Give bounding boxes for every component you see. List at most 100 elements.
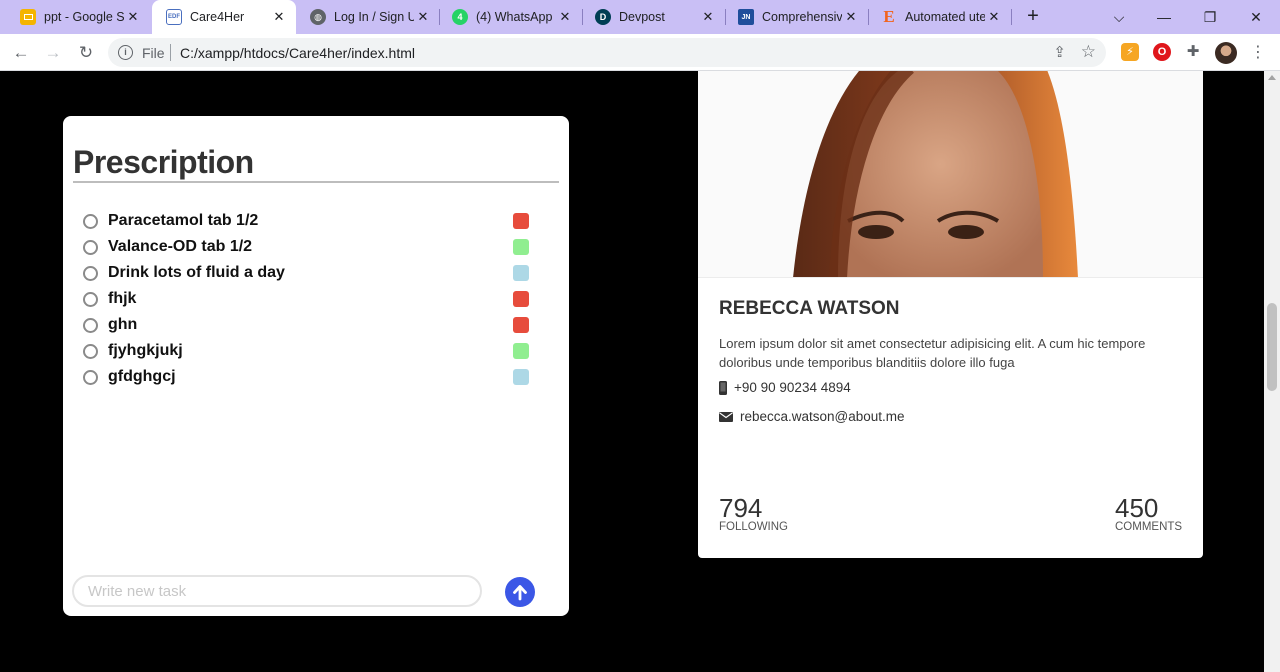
task-radio[interactable] <box>83 291 98 307</box>
extension-orange-icon[interactable]: ⚡ <box>1121 43 1139 61</box>
arrow-up-icon <box>513 585 527 601</box>
envelope-icon <box>719 411 733 422</box>
task-label: gfdghgcj <box>108 368 176 385</box>
task-radio[interactable] <box>83 317 98 333</box>
tab-title: Log In / Sign U <box>334 10 414 24</box>
vertical-scrollbar[interactable] <box>1264 71 1280 672</box>
phone-icon <box>719 380 727 395</box>
close-icon[interactable]: ✕ <box>699 9 717 25</box>
task-radio[interactable] <box>83 369 98 385</box>
email-address[interactable]: rebecca.watson@about.me <box>740 409 905 424</box>
new-tab-plus-icon[interactable]: + <box>1022 5 1044 27</box>
page-viewport: Prescription Paracetamol tab 1/2 Valance… <box>0 71 1264 672</box>
profile-photo <box>698 71 1203 278</box>
stat-value: 794 <box>719 493 763 523</box>
task-radio[interactable] <box>83 213 98 229</box>
back-arrow-icon[interactable]: ← <box>7 39 35 67</box>
restore-icon[interactable]: ❐ <box>1187 0 1233 34</box>
scroll-up-arrow-icon[interactable] <box>1268 75 1276 80</box>
add-task-button[interactable] <box>505 577 535 607</box>
prescription-card: Prescription Paracetamol tab 1/2 Valance… <box>63 116 569 616</box>
list-item[interactable]: fjyhgkjukj <box>83 338 529 364</box>
tab-title: Care4Her <box>190 10 245 24</box>
close-icon[interactable]: ✕ <box>270 9 288 25</box>
task-label: Drink lots of fluid a day <box>108 264 285 281</box>
list-item[interactable]: Valance-OD tab 1/2 <box>83 234 529 260</box>
list-item[interactable]: fhjk <box>83 286 529 312</box>
priority-swatch <box>513 291 529 307</box>
priority-swatch <box>513 369 529 385</box>
tab-title: Comprehensive <box>762 10 842 24</box>
slides-icon <box>20 9 36 25</box>
task-radio[interactable] <box>83 343 98 359</box>
tab-log-in[interactable]: ◍ Log In / Sign U ✕ <box>296 0 440 34</box>
tab-automated[interactable]: E Automated ute ✕ <box>867 0 1011 34</box>
task-label: fjyhgkjukj <box>108 342 183 359</box>
prescription-list: Paracetamol tab 1/2 Valance-OD tab 1/2 D… <box>83 208 529 390</box>
prescription-title: Prescription <box>73 144 254 180</box>
url-text[interactable]: C:/xampp/htdocs/Care4her/index.html <box>180 45 415 61</box>
task-label: ghn <box>108 316 138 333</box>
priority-swatch <box>513 265 529 281</box>
tab-devpost[interactable]: D Devpost ✕ <box>581 0 725 34</box>
share-icon[interactable]: ⇪ <box>1053 43 1066 61</box>
list-item[interactable]: Paracetamol tab 1/2 <box>83 208 529 234</box>
tab-search-chevron-icon[interactable]: ⌵ <box>1096 0 1142 34</box>
priority-swatch <box>513 317 529 333</box>
task-radio[interactable] <box>83 239 98 255</box>
profile-name: REBECCA WATSON <box>719 298 900 319</box>
close-icon[interactable]: ✕ <box>124 9 142 25</box>
bookmark-star-icon[interactable]: ☆ <box>1081 42 1096 62</box>
stat-value: 450 <box>1115 493 1159 523</box>
globe-icon: ◍ <box>310 9 326 25</box>
stat-label: COMMENTS <box>1115 521 1183 533</box>
phone-row: +90 90 90234 4894 <box>719 380 851 395</box>
jstor-icon: JN <box>738 9 754 25</box>
list-item[interactable]: ghn <box>83 312 529 338</box>
tab-title: ppt - Google Sl <box>44 10 124 24</box>
task-radio[interactable] <box>83 265 98 281</box>
new-task-input[interactable] <box>72 575 482 607</box>
stat-comments: 450 COMMENTS <box>1115 495 1182 533</box>
info-icon[interactable]: i <box>118 45 133 60</box>
close-icon[interactable]: ✕ <box>842 9 860 25</box>
address-bar[interactable]: i File C:/xampp/htdocs/Care4her/index.ht… <box>108 38 1106 67</box>
tab-care4her[interactable]: EDF Care4Her ✕ <box>152 0 296 34</box>
priority-swatch <box>513 213 529 229</box>
close-icon[interactable]: ✕ <box>414 9 432 25</box>
task-label: Paracetamol tab 1/2 <box>108 212 259 229</box>
omnibox-divider <box>170 44 171 61</box>
whatsapp-icon: 4 <box>452 9 468 25</box>
minimize-icon[interactable]: — <box>1141 0 1187 34</box>
tab-whatsapp[interactable]: 4 (4) WhatsApp ✕ <box>438 0 582 34</box>
title-divider <box>73 181 559 183</box>
close-icon[interactable]: ✕ <box>556 9 574 25</box>
reload-icon[interactable]: ↻ <box>72 39 100 67</box>
priority-swatch <box>513 343 529 359</box>
list-item[interactable]: Drink lots of fluid a day <box>83 260 529 286</box>
extensions-puzzle-icon[interactable]: ✚ <box>1184 43 1202 61</box>
window-close-icon[interactable]: ✕ <box>1233 0 1279 34</box>
close-icon[interactable]: ✕ <box>985 9 1003 25</box>
menu-kebab-icon[interactable]: ⋮ <box>1250 42 1266 62</box>
scrollbar-thumb[interactable] <box>1267 303 1277 391</box>
forward-arrow-icon[interactable]: → <box>39 39 67 67</box>
tab-title: Automated ute <box>905 10 985 24</box>
etsy-icon: E <box>883 7 895 26</box>
extension-opera-icon[interactable]: O <box>1153 43 1171 61</box>
phone-number: +90 90 90234 4894 <box>734 380 851 395</box>
pdf-file-icon: EDF <box>166 9 182 25</box>
profile-bio: Lorem ipsum dolor sit amet consectetur a… <box>719 336 1146 370</box>
devpost-icon: D <box>595 9 611 25</box>
priority-swatch <box>513 239 529 255</box>
profile-avatar[interactable] <box>1215 42 1237 64</box>
tab-comprehensive[interactable]: JN Comprehensive ✕ <box>724 0 868 34</box>
list-item[interactable]: gfdghgcj <box>83 364 529 390</box>
tab-separator <box>1011 9 1012 25</box>
email-row: rebecca.watson@about.me <box>719 409 905 424</box>
task-label: fhjk <box>108 290 137 307</box>
profile-card: REBECCA WATSON Lorem ipsum dolor sit ame… <box>698 71 1203 558</box>
tab-google-slides[interactable]: ppt - Google Sl ✕ <box>6 0 150 34</box>
browser-tab-strip: ppt - Google Sl ✕ EDF Care4Her ✕ ◍ Log I… <box>0 0 1280 34</box>
task-label: Valance-OD tab 1/2 <box>108 238 253 255</box>
